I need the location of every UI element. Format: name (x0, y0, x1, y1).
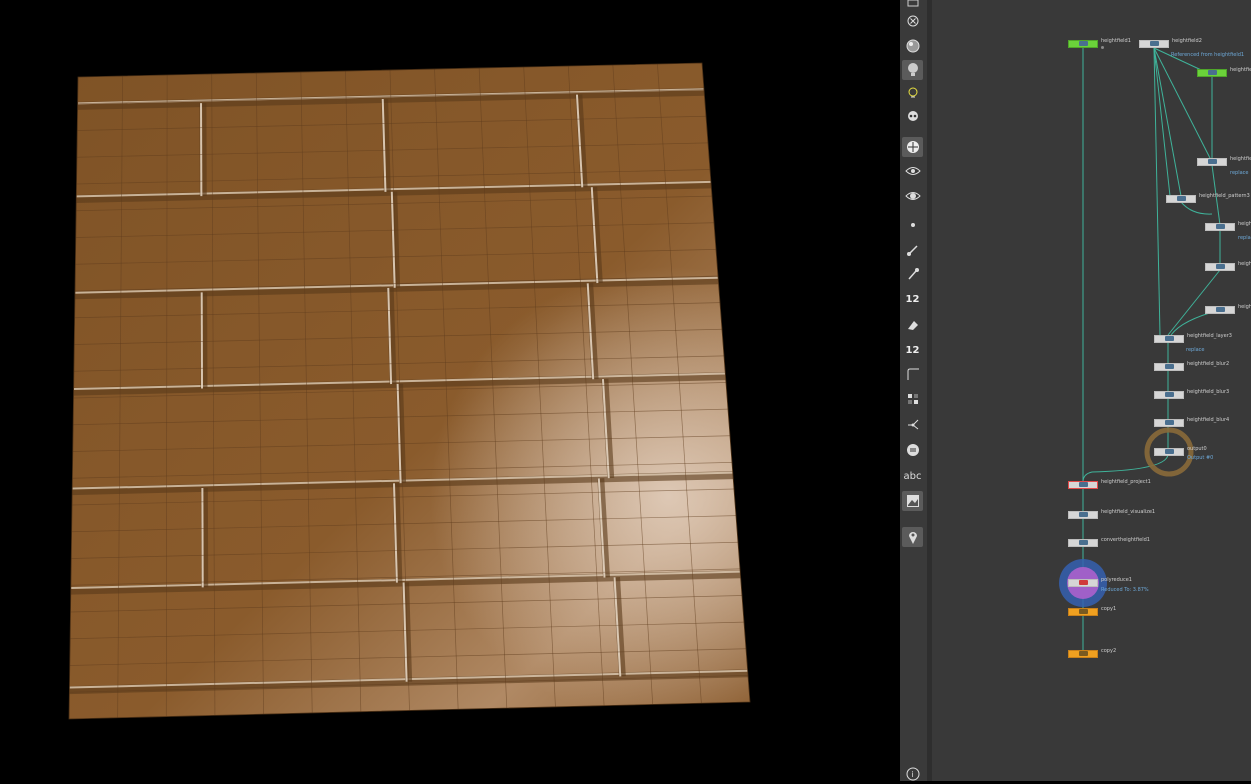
corner-icon[interactable] (902, 364, 923, 384)
heightfield-mesh (0, 0, 900, 781)
bulb-icon[interactable] (902, 84, 923, 104)
count-icon-2[interactable]: 12 (902, 340, 923, 360)
sphere-icon[interactable] (902, 36, 923, 56)
image-icon[interactable] (902, 491, 923, 511)
tool-shelf: 12 12 abc i (900, 0, 928, 781)
count-icon[interactable]: 12 (902, 289, 923, 309)
list-icon[interactable] (902, 440, 923, 460)
skull-icon[interactable] (902, 108, 923, 128)
grid-icon[interactable] (902, 389, 923, 409)
ball-icon[interactable] (902, 137, 923, 157)
light-icon[interactable] (902, 60, 923, 80)
branch-icon[interactable] (902, 414, 923, 434)
camera-icon[interactable] (902, 186, 923, 206)
pin-icon[interactable] (902, 527, 923, 547)
text-icon[interactable]: abc (902, 466, 923, 486)
viewport-3d[interactable] (0, 0, 900, 781)
pen-icon[interactable] (902, 264, 923, 284)
eye-icon[interactable] (902, 161, 923, 181)
dot-icon[interactable] (902, 215, 923, 235)
eraser-icon[interactable] (902, 315, 923, 335)
close-icon[interactable] (902, 11, 923, 31)
brush-icon[interactable] (902, 240, 923, 260)
network-editor[interactable]: heightfield1 heightfield2 Referenced fro… (932, 0, 1251, 781)
info-icon[interactable]: i (902, 764, 923, 784)
